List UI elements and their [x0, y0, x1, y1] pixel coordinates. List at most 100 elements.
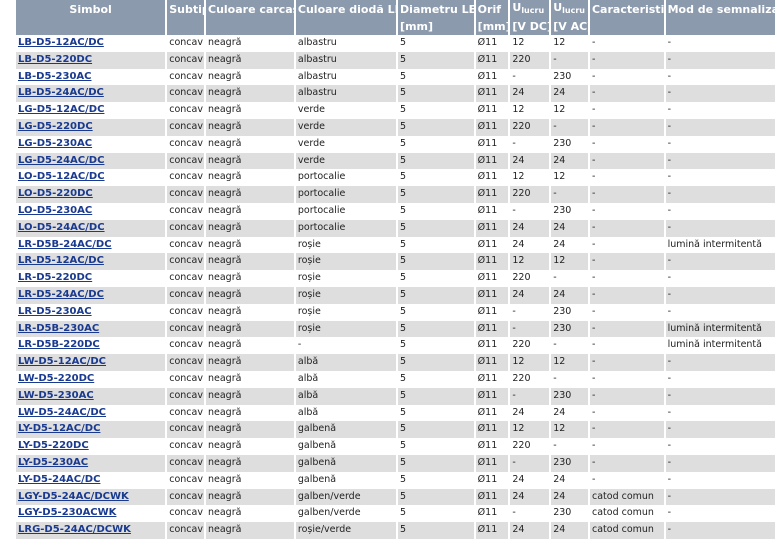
- table-row: LY-D5-24AC/DC concav neagră galbenă 5 Ø11 24 24…: [16, 472, 775, 489]
- cell-subtype: concav: [167, 488, 204, 506]
- table-row: LG-D5-24AC/DC concav neagră verde 5 Ø11 24 24- -: [16, 152, 775, 170]
- cell-voltage-dc: 220: [510, 51, 550, 69]
- cell-signal-mode: lumină intermitentă: [665, 320, 775, 338]
- product-link[interactable]: LGY-D5-230ACWK: [18, 507, 116, 518]
- cell-led-diameter: 5: [400, 171, 407, 183]
- product-link[interactable]: LY-D5-220DC: [18, 440, 89, 451]
- cell-housing-color: neagră: [206, 253, 294, 271]
- cell-signal-mode: -: [665, 286, 775, 304]
- cell-voltage-ac: 230: [553, 507, 572, 519]
- cell-led-color: verde: [297, 137, 325, 149]
- cell-led-diameter: 5: [400, 272, 407, 284]
- cell-led-color: albastru: [297, 70, 337, 82]
- cell-signal-mode: -: [665, 51, 775, 69]
- cell-housing-color: neagră: [206, 488, 294, 506]
- cell-orifice: Ø11: [475, 286, 509, 304]
- cell-orifice: Ø11: [477, 171, 498, 183]
- product-link[interactable]: LRG-D5-24AC/DCWK: [18, 524, 131, 535]
- cell-symbol: LW-D5-220DC: [16, 371, 165, 388]
- product-link[interactable]: LR-D5-220DC: [18, 272, 92, 283]
- product-link[interactable]: LB-D5-230AC: [18, 71, 92, 82]
- product-link[interactable]: LO-D5-12AC/DC: [18, 171, 105, 182]
- product-link[interactable]: LR-D5B-230AC: [18, 323, 99, 334]
- cell-features: -: [589, 354, 664, 371]
- header-units-row: [mm][mm][V DC][V AC]: [16, 19, 775, 35]
- cell-housing-color: neagră: [208, 137, 242, 149]
- product-link[interactable]: LR-D5-230AC: [18, 306, 92, 317]
- product-link[interactable]: LGY-D5-24AC/DCWK: [18, 491, 129, 502]
- product-link[interactable]: LW-D5-12AC/DC: [18, 356, 106, 367]
- cell-housing-color: neagră: [206, 320, 294, 338]
- cell-voltage-ac: 12: [551, 253, 588, 271]
- cell-voltage-ac: 230: [553, 305, 572, 317]
- cell-signal-mode: -: [665, 421, 775, 439]
- cell-housing-color: neagră: [208, 272, 242, 284]
- cell-signal-mode: -: [667, 372, 671, 384]
- table-row: LR-D5B-220DC concav neagră - 5 Ø11 220 - - lumină…: [16, 337, 775, 354]
- product-link[interactable]: LG-D5-230AC: [18, 138, 92, 149]
- product-link[interactable]: LW-D5-24AC/DC: [18, 407, 106, 418]
- table-row: LY-D5-12AC/DC concav neagră galbenă 5 Ø11 12 12…: [16, 421, 775, 439]
- product-link[interactable]: LO-D5-220DC: [18, 188, 93, 199]
- product-link[interactable]: LW-D5-230AC: [18, 390, 94, 401]
- product-link[interactable]: LY-D5-12AC/DC: [18, 423, 100, 434]
- header-voltage-ac: Ulucru: [551, 0, 588, 19]
- cell-features: -: [591, 305, 596, 317]
- header-label: Caracteristici: [591, 2, 664, 16]
- cell-led-diameter: 5: [400, 372, 407, 384]
- product-link[interactable]: LR-D5-12AC/DC: [18, 255, 104, 266]
- cell-subtype: concav: [169, 238, 203, 250]
- header-label: U: [512, 1, 522, 14]
- cell-led-diameter: 5: [398, 387, 474, 405]
- product-link[interactable]: LG-D5-220DC: [18, 121, 93, 132]
- header-unit-features: [589, 19, 664, 35]
- cell-voltage-ac: 230: [551, 454, 588, 472]
- cell-symbol: LY-D5-220DC: [16, 438, 165, 455]
- cell-led-diameter: 5: [398, 219, 474, 237]
- cell-orifice: Ø11: [477, 37, 498, 48]
- cell-voltage-ac: 12: [553, 37, 566, 48]
- product-link[interactable]: LR-D5-24AC/DC: [18, 289, 104, 300]
- cell-voltage-ac: 230: [553, 137, 572, 149]
- cell-symbol: LG-D5-220DC: [16, 118, 166, 136]
- cell-voltage-dc: 24: [512, 406, 525, 418]
- table-row: LR-D5-24AC/DC concav neagră roșie 5 Ø11 24 24- -: [16, 286, 775, 304]
- cell-orifice: Ø11: [475, 152, 509, 170]
- cell-orifice: Ø11: [475, 320, 509, 338]
- product-link[interactable]: LW-D5-220DC: [18, 373, 94, 384]
- product-link[interactable]: LB-D5-12AC/DC: [18, 37, 104, 48]
- cell-voltage-dc: 12: [512, 104, 525, 116]
- cell-features: catod comun: [589, 488, 664, 506]
- cell-voltage-dc: 220: [510, 186, 550, 203]
- cell-features: -: [591, 37, 596, 48]
- product-link[interactable]: LG-D5-12AC/DC: [18, 104, 104, 115]
- cell-subtype: concav: [167, 118, 204, 136]
- cell-orifice: Ø11: [477, 272, 498, 284]
- product-link[interactable]: LG-D5-24AC/DC: [18, 155, 104, 166]
- table-row: LR-D5-230AC concav neagră roșie 5 Ø11 - 230 - -: [16, 304, 775, 321]
- cell-symbol: LO-D5-12AC/DC: [16, 169, 165, 186]
- cell-signal-mode: -: [665, 387, 775, 405]
- product-link[interactable]: LR-D5B-220DC: [18, 339, 100, 350]
- cell-symbol: LR-D5-24AC/DC: [16, 286, 166, 304]
- product-link[interactable]: LB-D5-220DC: [18, 54, 92, 65]
- cell-housing-color: neagră: [208, 507, 242, 519]
- cell-signal-mode: -: [665, 85, 775, 103]
- product-link[interactable]: LY-D5-230AC: [18, 457, 88, 468]
- cell-housing-color: neagră: [206, 286, 294, 304]
- product-link[interactable]: LO-D5-24AC/DC: [18, 222, 105, 233]
- header-label: Culoare carcasă: [208, 2, 294, 16]
- cell-symbol: LW-D5-12AC/DC: [16, 354, 166, 371]
- product-link[interactable]: LB-D5-24AC/DC: [18, 87, 104, 98]
- cell-features: -: [591, 406, 596, 418]
- cell-features: -: [589, 152, 664, 170]
- product-link[interactable]: LO-D5-230AC: [18, 205, 92, 216]
- cell-voltage-ac: 230: [553, 204, 572, 216]
- header-led-color: Culoare diodă LED: [295, 0, 397, 19]
- cell-voltage-ac: 24: [553, 238, 566, 250]
- cell-orifice: Ø11: [477, 137, 498, 149]
- cell-orifice: Ø11: [475, 421, 509, 439]
- product-link[interactable]: LY-D5-24AC/DC: [18, 474, 100, 485]
- cell-subtype: concav: [167, 51, 204, 69]
- product-link[interactable]: LR-D5B-24AC/DC: [18, 239, 112, 250]
